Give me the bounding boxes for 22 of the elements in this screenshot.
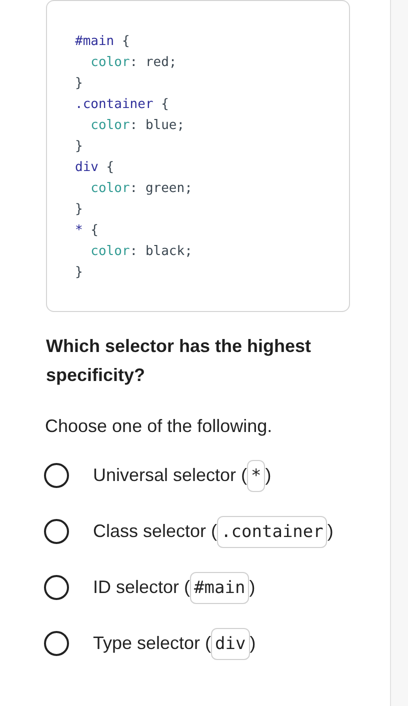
radio-button[interactable] — [44, 574, 69, 600]
code-line: .container { — [75, 96, 169, 114]
code-line: #main { — [75, 33, 130, 51]
code-line: } — [75, 264, 83, 282]
code-line: } — [75, 201, 83, 219]
code-line: div { — [75, 159, 114, 177]
code-line: color: blue; — [90, 117, 185, 135]
option-label[interactable]: ID selector ( #main ) — [93, 570, 350, 604]
code-line: } — [75, 138, 83, 156]
code-line: color: black; — [90, 243, 192, 261]
option-label[interactable]: Class selector ( .container ) — [93, 514, 350, 548]
question-text: Which selector has the highest specificity? — [46, 335, 312, 387]
option-label[interactable]: Universal selector ( * ) — [93, 458, 350, 492]
code-line: color: red; — [90, 54, 177, 72]
code-line: } — [75, 75, 83, 93]
radio-button[interactable] — [44, 630, 69, 656]
radio-button[interactable] — [44, 462, 69, 488]
code-line: color: green; — [90, 180, 192, 198]
radio-button[interactable] — [44, 518, 69, 544]
option-label[interactable]: Type selector ( div ) — [93, 626, 350, 660]
code-line: * { — [75, 222, 98, 240]
instruction-text: Choose one of the following. — [45, 415, 272, 438]
